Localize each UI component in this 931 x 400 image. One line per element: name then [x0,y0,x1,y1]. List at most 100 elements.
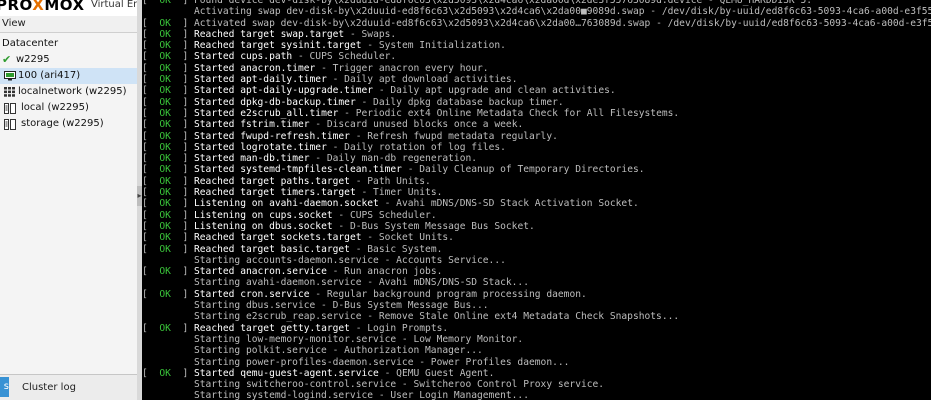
tree-node[interactable]: ✔ w2295 [0,52,140,68]
console-unit: Reached target swap.target [194,28,345,40]
console-text: - D-Bus System Message Bus Socket. [332,220,535,232]
console-line: [ OK ] Started apt-daily-upgrade.timer -… [142,85,931,96]
storage-icon [4,103,16,114]
view-label: View [2,18,26,29]
console-text: - Swaps. [344,28,397,40]
console-unit: Started cups.path [194,51,293,63]
console-text: Starting dbus.service - D-Bus System Mes… [142,300,489,312]
console-line: [ OK ] Reached target swap.target - Swap… [142,29,931,40]
ok-status: [ OK ] [142,288,194,300]
console-line: Starting avahi-daemon.service - Avahi mD… [142,277,931,288]
ok-status: [ OK ] [142,0,194,6]
console-line: [ OK ] Listening on dbus.socket - D-Bus … [142,221,931,232]
console-line: [ OK ] Started systemd-tmpfiles-clean.ti… [142,164,931,175]
console-text: - System Initialization. [361,40,506,52]
console-text: - Run anacron jobs. [326,266,443,278]
console-line: [ OK ] Reached target getty.target - Log… [142,323,931,334]
console-unit: Reached target paths.target [194,175,350,187]
console-line: [ OK ] Started fwupd-refresh.timer - Ref… [142,131,931,142]
cluster-log-tab[interactable]: Cluster log [22,378,76,398]
console-line: [ OK ] Reached target basic.target - Bas… [142,244,931,255]
console-unit: Started apt-daily.timer [194,74,327,86]
console-line: Starting systemd-logind.service - User L… [142,390,931,400]
console-line: Starting e2scrub_reap.service - Remove S… [142,311,931,322]
console-unit: Started anacron.timer [194,62,316,74]
ok-status: [ OK ] [142,153,194,165]
ok-status: [ OK ] [142,367,194,379]
ok-status: [ OK ] [142,322,194,334]
ok-status: [ OK ] [142,175,194,187]
console-unit: Reached target timers.target [194,187,356,199]
console-text: - Refresh fwupd metadata regularly. [349,130,558,142]
console-line: [ OK ] Reached target sysinit.target - S… [142,40,931,51]
console-text: - Login Prompts. [349,322,449,334]
vm-console[interactable]: [ OK ] Found device dev-disk-by\x2duuid-… [142,0,931,400]
storage-icon [4,119,16,130]
tree-node[interactable]: local (w2295) [0,100,140,116]
console-line: [ OK ] Started logrotate.timer - Daily r… [142,142,931,153]
console-text: - Daily apt download activities. [326,74,518,86]
ok-status: [ OK ] [142,119,194,131]
console-text: Starting avahi-daemon.service - Avahi mD… [142,277,529,289]
console-unit: Started fstrim.timer [194,119,310,131]
console-unit: Started fwupd-refresh.timer [194,130,350,142]
tree-node[interactable]: Datacenter [0,36,140,52]
console-line: [ OK ] Started cups.path - CUPS Schedule… [142,51,931,62]
ok-status: [ OK ] [142,40,194,52]
console-line: [ OK ] Started cron.service - Regular ba… [142,289,931,300]
console-text: - CUPS Scheduler. [292,51,397,63]
ok-status: [ OK ] [142,198,194,210]
console-line: [ OK ] Started fstrim.timer - Discard un… [142,119,931,130]
console-line: [ OK ] Listening on cups.socket - CUPS S… [142,210,931,221]
ok-status: [ OK ] [142,220,194,232]
check-node-icon: ✔ [2,53,12,66]
console-line: Starting polkit.service - Authorization … [142,345,931,356]
console-text: Activated swap dev-disk-by\x2duuid-ed8f6… [194,17,931,29]
console-unit: Reached target basic.target [194,243,350,255]
tree-node[interactable]: storage (w2295) [0,116,140,132]
tree-node-label: w2295 [16,54,50,65]
console-text: - Regular background program processing … [309,288,587,300]
tree-node-label: local (w2295) [21,102,89,113]
ok-status: [ OK ] [142,266,194,278]
ok-status: [ OK ] [142,187,194,199]
console-line: [ OK ] Reached target sockets.target - S… [142,232,931,243]
proxmox-logo: PROXMOX [0,0,85,14]
console-text: Starting accounts-daemon.service - Accou… [142,254,506,266]
console-line: [ OK ] Listening on avahi-daemon.socket … [142,198,931,209]
console-line: [ OK ] Started qemu-guest-agent.service … [142,368,931,379]
ok-status: [ OK ] [142,74,194,86]
console-text: - CUPS Scheduler. [332,209,437,221]
console-unit: Started systemd-tmpfiles-clean.timer [194,164,402,176]
console-text: Starting e2scrub_reap.service - Remove S… [142,311,680,323]
console-line: [ OK ] Activated swap dev-disk-by\x2duui… [142,18,931,29]
console-line: [ OK ] Reached target paths.target - Pat… [142,176,931,187]
console-unit: Started anacron.service [194,266,327,278]
view-selector[interactable]: View [0,16,140,33]
console-text: - Trigger anacron every hour. [315,62,489,74]
tree-node[interactable]: 100 (ari417) [0,68,140,84]
console-line: Activating swap dev-disk-by\x2duuid-ed8f… [142,6,931,17]
ok-status: [ OK ] [142,51,194,63]
console-unit: Started man-db.timer [194,153,310,165]
tree-node[interactable]: localnetwork (w2295) [0,84,140,100]
console-line: [ OK ] Reached target timers.target - Ti… [142,187,931,198]
console-text: - Daily rotation of log files. [326,141,506,153]
console-line: [ OK ] Started anacron.timer - Trigger a… [142,63,931,74]
console-unit: Started qemu-guest-agent.service [194,367,379,379]
console-text: - Daily man-db regeneration. [309,153,478,165]
console-text: Found device dev-disk-by\x2duuid-ed8f6c6… [194,0,813,6]
ok-status: [ OK ] [142,164,194,176]
console-text: Starting low-memory-monitor.service - Lo… [142,333,524,345]
vm-monitor-icon [4,71,16,81]
console-unit: Started logrotate.timer [194,141,327,153]
ok-status: [ OK ] [142,232,194,244]
resource-tree: Datacenter ✔ w2295 100 (ari417) localnetwork… [0,36,140,132]
console-text: - Discard unused blocks once a week. [309,119,524,131]
console-text: Starting systemd-logind.service - User L… [142,390,529,400]
ok-status: [ OK ] [142,243,194,255]
bottom-tab-bar: s Cluster log [0,374,140,400]
ok-status: [ OK ] [142,107,194,119]
tasks-tab[interactable]: s [0,377,9,397]
console-output: [ OK ] Found device dev-disk-by\x2duuid-… [142,0,931,400]
